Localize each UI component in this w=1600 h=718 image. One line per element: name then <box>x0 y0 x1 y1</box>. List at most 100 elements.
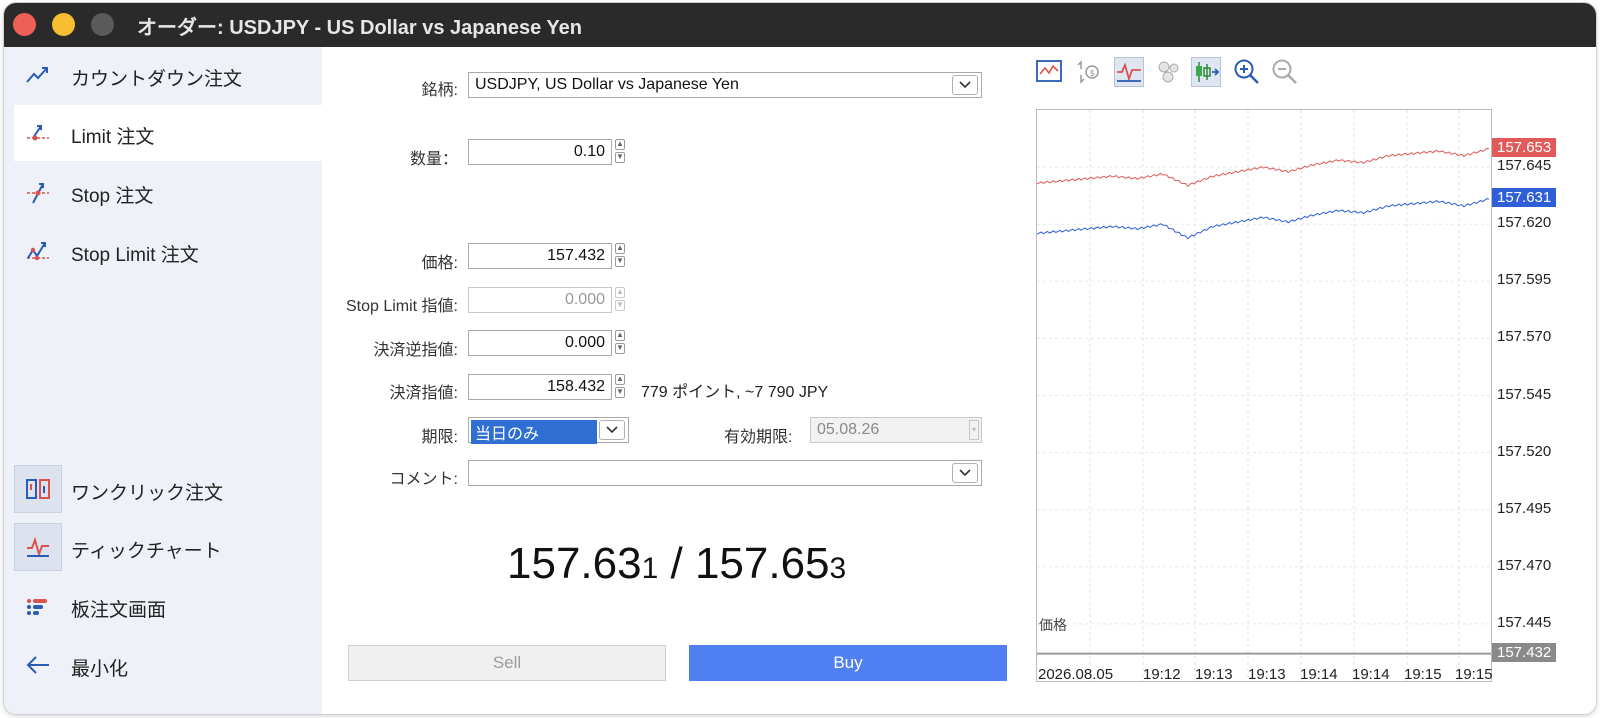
expiry-date-label: 有効期限: <box>724 429 793 446</box>
chevron-down-icon[interactable] <box>952 463 978 483</box>
sidebar-item-label: 板注文画面 <box>71 600 167 621</box>
sidebar-item-label: ティックチャート <box>71 541 222 562</box>
order-window: オーダー: USDJPY - US Dollar vs Japanese Yen… <box>4 3 1596 714</box>
x-tick-label: 19:14 <box>1352 666 1390 683</box>
zoom-in-icon[interactable] <box>1232 57 1262 87</box>
sidebar-item-stop-limit[interactable]: Stop Limit 注文 <box>14 223 322 279</box>
stop-loss-stepper[interactable]: ▲ ▼ <box>615 330 627 356</box>
window-title: オーダー: USDJPY - US Dollar vs Japanese Yen <box>137 17 582 39</box>
depth-of-market-icon <box>24 592 52 620</box>
sidebar-item-depth-of-market[interactable]: 板注文画面 <box>14 578 322 634</box>
y-tick-label: 157.645 <box>1497 157 1552 175</box>
x-tick-label: 19:15 <box>1455 666 1493 683</box>
expiration-value: 当日のみ <box>471 420 597 444</box>
symbol-value: USDJPY, US Dollar vs Japanese Yen <box>475 76 739 93</box>
sidebar-item-label: Stop Limit 注文 <box>71 245 199 266</box>
sidebar-item-tick-chart[interactable]: ティックチャート <box>14 519 322 575</box>
x-tick-label: 19:13 <box>1195 666 1233 683</box>
y-tick-label: 157.445 <box>1497 613 1552 631</box>
bubbles-icon[interactable] <box>1154 57 1184 87</box>
sidebar-item-minimize[interactable]: 最小化 <box>14 637 322 693</box>
price-input[interactable]: 157.432 <box>468 243 612 269</box>
y-tick-label: 157.570 <box>1497 328 1552 346</box>
symbol-label: 銘柄: <box>421 82 458 99</box>
quote-separator: / <box>658 539 695 588</box>
comment-input[interactable] <box>468 460 982 486</box>
sidebar: カウントダウン注文 Limit 注文 Stop 注文 Stop Limit 注文… <box>4 47 322 714</box>
close-button[interactable] <box>13 13 36 36</box>
comment-label: コメント: <box>389 471 458 488</box>
countdown-order-icon <box>24 61 52 89</box>
price-level-tag: 157.432 <box>1492 642 1557 662</box>
expiry-date-value: 05.08.26 <box>817 421 880 438</box>
tick-chart-panel: $ 価格 157.645 157.620 157.595 157.570 157.545… <box>1028 47 1596 714</box>
limit-order-icon <box>24 119 52 147</box>
stop-limit-order-icon <box>24 237 52 265</box>
chart-plot-frame[interactable]: 価格 <box>1036 109 1492 682</box>
bid-price-main: 157.63 <box>507 539 642 588</box>
sidebar-item-countdown[interactable]: カウントダウン注文 <box>14 47 322 103</box>
buy-button[interactable]: Buy <box>689 645 1007 681</box>
y-tick-label: 157.470 <box>1497 556 1552 574</box>
chevron-down-icon[interactable] <box>952 75 978 95</box>
one-click-icon <box>14 465 62 513</box>
price-label: 価格: <box>421 255 458 272</box>
tick-chart-icon <box>14 523 62 571</box>
ask-price-small: 3 <box>829 552 847 585</box>
candles-icon[interactable] <box>1191 57 1221 87</box>
bid-price-tag: 157.631 <box>1492 188 1557 208</box>
ask-price-main: 157.65 <box>694 539 830 588</box>
price-line-label: 価格 <box>1039 617 1067 633</box>
volume-label: 数量： <box>409 151 458 168</box>
bid-ask-quote: 157.631 / 157.653 <box>507 539 846 589</box>
sidebar-item-label: カウントダウン注文 <box>71 69 243 90</box>
zoom-button[interactable] <box>91 13 114 36</box>
x-tick-label: 19:12 <box>1143 666 1181 683</box>
stop-limit-stepper: ▲ ▼ <box>615 287 625 311</box>
ask-price-tag: 157.653 <box>1492 137 1557 157</box>
chart-window-icon[interactable] <box>1034 57 1064 87</box>
stop-loss-input[interactable]: 0.000 <box>468 330 612 356</box>
sidebar-item-stop[interactable]: Stop 注文 <box>14 164 322 220</box>
symbol-select[interactable]: USDJPY, US Dollar vs Japanese Yen <box>468 72 982 98</box>
stop-limit-label: Stop Limit 指値: <box>345 298 458 315</box>
stop-limit-input: 0.000 <box>468 287 612 313</box>
take-profit-input[interactable]: 158.432 <box>468 374 612 400</box>
minimize-button[interactable] <box>52 13 75 36</box>
sidebar-item-one-click[interactable]: ワンクリック注文 <box>14 461 322 517</box>
series-line-bid <box>1037 198 1490 240</box>
y-tick-label: 157.520 <box>1497 442 1552 460</box>
zoom-out-icon[interactable] <box>1270 57 1300 87</box>
y-tick-label: 157.620 <box>1497 214 1552 232</box>
tick-chart <box>1037 110 1491 681</box>
take-profit-points: 779 ポイント, ~7 790 JPY <box>641 384 829 401</box>
trade-levels-icon[interactable]: $ <box>1073 57 1103 87</box>
chevron-down-icon: ▾ <box>969 420 979 440</box>
volume-stepper[interactable]: ▲ ▼ <box>615 139 627 165</box>
sell-button: Sell <box>348 645 666 681</box>
take-profit-label: 決済指値: <box>389 385 458 402</box>
expiry-date-input: 05.08.26 ▾ <box>810 417 982 443</box>
volume-input[interactable]: 0.10 <box>468 139 612 165</box>
expiration-select[interactable]: 当日のみ <box>468 417 629 444</box>
sidebar-item-label: Limit 注文 <box>71 127 155 148</box>
x-tick-label: 19:14 <box>1300 666 1338 683</box>
sidebar-item-label: Stop 注文 <box>71 186 154 207</box>
svg-text:$: $ <box>1090 69 1096 79</box>
expiration-label: 期限: <box>421 429 458 446</box>
sidebar-item-label: 最小化 <box>71 659 129 680</box>
stop-loss-label: 決済逆指値: <box>373 342 458 359</box>
take-profit-stepper[interactable]: ▲ ▼ <box>615 374 627 400</box>
chevron-down-icon[interactable] <box>599 420 625 440</box>
x-tick-label: 19:15 <box>1404 666 1442 683</box>
sidebar-item-limit[interactable]: Limit 注文 <box>14 105 322 161</box>
price-stepper[interactable]: ▲ ▼ <box>615 243 627 269</box>
arrow-left-icon <box>24 651 52 679</box>
y-tick-label: 157.545 <box>1497 385 1552 403</box>
y-tick-label: 157.595 <box>1497 271 1552 289</box>
chart-toolbar: $ <box>1028 47 1596 105</box>
tick-chart-mode-icon[interactable] <box>1114 57 1144 87</box>
y-tick-label: 157.495 <box>1497 499 1552 517</box>
x-tick-label: 2026.08.05 <box>1038 666 1114 683</box>
stop-order-icon <box>24 178 52 206</box>
